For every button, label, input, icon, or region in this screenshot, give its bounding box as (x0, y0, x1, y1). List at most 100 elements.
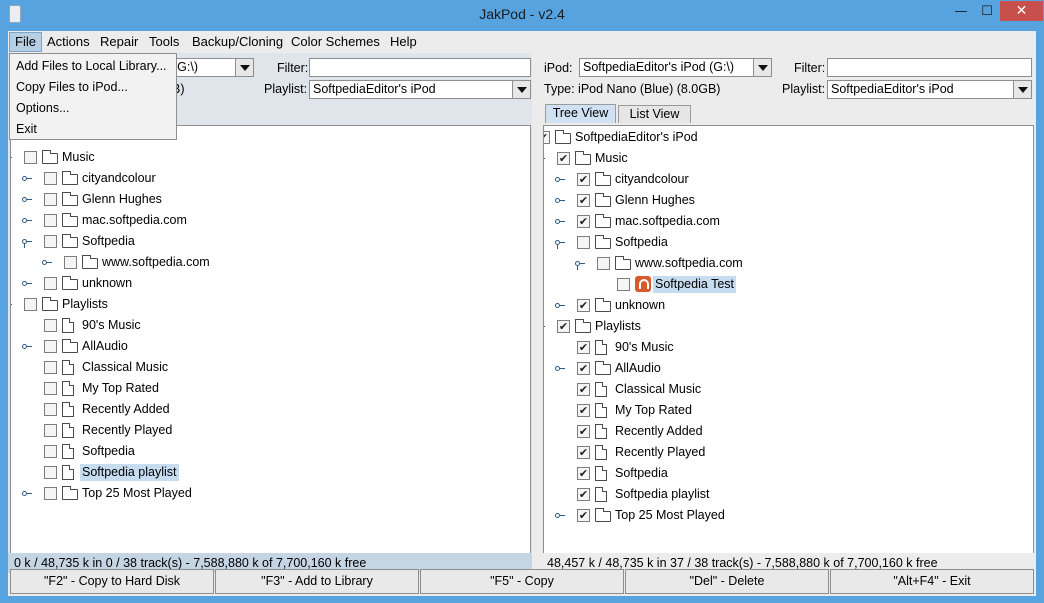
copy-to-hard-disk-button[interactable]: "F2" - Copy to Hard Disk (10, 569, 214, 594)
tab-list-view[interactable]: List View (618, 105, 691, 123)
tree-checkbox[interactable] (44, 403, 57, 416)
tree-row[interactable]: ✔ cityandcolour (544, 169, 1033, 190)
maximize-button[interactable]: ☐ (974, 1, 1000, 21)
tree-row[interactable]: ✔ My Top Rated (544, 400, 1033, 421)
tree-checkbox[interactable]: ✔ (577, 173, 590, 186)
menu-actions[interactable]: Actions (42, 32, 95, 52)
tree-row[interactable]: ✔ Glenn Hughes (544, 190, 1033, 211)
expand-handle-icon[interactable] (22, 488, 32, 498)
menu-item-options[interactable]: Options... (10, 98, 176, 119)
tree-checkbox[interactable]: ✔ (577, 509, 590, 522)
tree-checkbox[interactable]: ✔ (577, 341, 590, 354)
tree-checkbox[interactable] (44, 277, 57, 290)
tab-tree-view[interactable]: Tree View (545, 104, 616, 123)
tree-checkbox[interactable] (44, 214, 57, 227)
tree-row[interactable]: ✔ Softpedia (544, 463, 1033, 484)
chevron-down-icon[interactable] (235, 59, 253, 76)
track-row[interactable]: Softpedia Test (544, 274, 1033, 295)
tree-row[interactable]: ✔ Music (544, 148, 1033, 169)
tree-checkbox[interactable]: ✔ (577, 425, 590, 438)
tree-checkbox[interactable] (44, 424, 57, 437)
tree-checkbox[interactable] (44, 193, 57, 206)
tree-row[interactable]: Music (11, 147, 530, 168)
menu-backup-cloning[interactable]: Backup/Cloning (187, 32, 288, 52)
tree-row[interactable]: Playlists (11, 294, 530, 315)
tree-checkbox[interactable]: ✔ (577, 446, 590, 459)
tree-row[interactable]: Top 25 Most Played (11, 483, 530, 504)
collapse-handle-icon[interactable] (544, 321, 545, 331)
tree-checkbox[interactable] (44, 466, 57, 479)
tree-row[interactable]: Softpedia playlist (11, 462, 530, 483)
tree-row[interactable]: www.softpedia.com (544, 253, 1033, 274)
tree-checkbox[interactable] (44, 172, 57, 185)
close-button[interactable]: ✕ (1000, 1, 1043, 21)
menu-item-add-files[interactable]: Add Files to Local Library... (10, 56, 176, 77)
right-playlist-combo[interactable]: SoftpediaEditor's iPod (827, 80, 1032, 99)
tree-checkbox[interactable] (617, 278, 630, 291)
tree-checkbox[interactable]: ✔ (557, 320, 570, 333)
tree-checkbox[interactable]: ✔ (577, 404, 590, 417)
tree-row[interactable]: mac.softpedia.com (11, 210, 530, 231)
tree-row[interactable]: Glenn Hughes (11, 189, 530, 210)
tree-row[interactable]: unknown (11, 273, 530, 294)
menu-color-schemes[interactable]: Color Schemes (286, 32, 385, 52)
tree-row[interactable]: Recently Added (11, 399, 530, 420)
chevron-down-icon[interactable] (753, 59, 771, 76)
chevron-down-icon[interactable] (512, 81, 530, 98)
tree-checkbox[interactable]: ✔ (577, 215, 590, 228)
drive-combo[interactable]: (G:\) (169, 58, 254, 77)
tree-row[interactable]: ✔ Recently Added (544, 421, 1033, 442)
expand-handle-icon[interactable] (22, 341, 32, 351)
expand-handle-icon[interactable] (555, 195, 565, 205)
tree-row[interactable]: ✔ AllAudio (544, 358, 1033, 379)
menu-item-copy-files[interactable]: Copy Files to iPod... (10, 77, 176, 98)
tree-checkbox[interactable] (44, 340, 57, 353)
tree-row[interactable]: Recently Played (11, 420, 530, 441)
tree-row[interactable]: ✔ Classical Music (544, 379, 1033, 400)
ipod-tree[interactable]: ✔ SoftpediaEditor's iPod ✔ Music ✔ cityandcol… (543, 125, 1034, 569)
tree-checkbox[interactable] (64, 256, 77, 269)
tree-row[interactable]: cityandcolour (11, 168, 530, 189)
expand-handle-icon[interactable] (22, 215, 32, 225)
tree-row[interactable]: ✔ Softpedia playlist (544, 484, 1033, 505)
expand-handle-icon[interactable] (22, 194, 32, 204)
tree-row[interactable]: Softpedia (11, 441, 530, 462)
tree-checkbox[interactable] (44, 319, 57, 332)
tree-checkbox[interactable] (44, 235, 57, 248)
expand-handle-icon[interactable] (42, 257, 52, 267)
tree-checkbox[interactable]: ✔ (577, 467, 590, 480)
tree-checkbox[interactable]: ✔ (577, 362, 590, 375)
tree-checkbox[interactable]: ✔ (577, 194, 590, 207)
menu-file[interactable]: File (9, 32, 42, 52)
tree-row[interactable]: ✔ SoftpediaEditor's iPod (544, 127, 1033, 148)
expand-handle-icon[interactable] (555, 216, 565, 226)
delete-button[interactable]: "Del" - Delete (625, 569, 829, 594)
tree-row[interactable]: ✔ 90's Music (544, 337, 1033, 358)
ipod-combo[interactable]: SoftpediaEditor's iPod (G:\) (579, 58, 772, 77)
menu-repair[interactable]: Repair (95, 32, 143, 52)
collapse-handle-icon[interactable] (544, 153, 545, 163)
tree-checkbox[interactable] (44, 487, 57, 500)
expand-handle-icon[interactable] (555, 174, 565, 184)
expand-handle-icon[interactable] (555, 510, 565, 520)
menu-tools[interactable]: Tools (144, 32, 184, 52)
local-library-tree[interactable]: Music cityandcolour Glenn Hughes mac.softpe… (10, 125, 531, 569)
exit-button[interactable]: "Alt+F4" - Exit (830, 569, 1034, 594)
tree-row[interactable]: ✔ Top 25 Most Played (544, 505, 1033, 526)
left-playlist-combo[interactable]: SoftpediaEditor's iPod (309, 80, 531, 99)
tree-row[interactable]: AllAudio (11, 336, 530, 357)
menu-item-exit[interactable]: Exit (10, 119, 176, 140)
collapse-handle-icon[interactable] (11, 299, 12, 309)
tree-row[interactable]: Classical Music (11, 357, 530, 378)
tree-row[interactable]: ✔ Recently Played (544, 442, 1033, 463)
expand-handle-icon[interactable] (555, 363, 565, 373)
tree-checkbox[interactable]: ✔ (557, 152, 570, 165)
expand-handle-icon[interactable] (22, 278, 32, 288)
tree-row[interactable]: www.softpedia.com (11, 252, 530, 273)
tree-checkbox[interactable] (44, 445, 57, 458)
chevron-down-icon[interactable] (1013, 81, 1031, 98)
expand-handle-icon[interactable] (555, 300, 565, 310)
copy-button[interactable]: "F5" - Copy (420, 569, 624, 594)
tree-checkbox[interactable] (44, 361, 57, 374)
tree-checkbox[interactable]: ✔ (544, 131, 550, 144)
